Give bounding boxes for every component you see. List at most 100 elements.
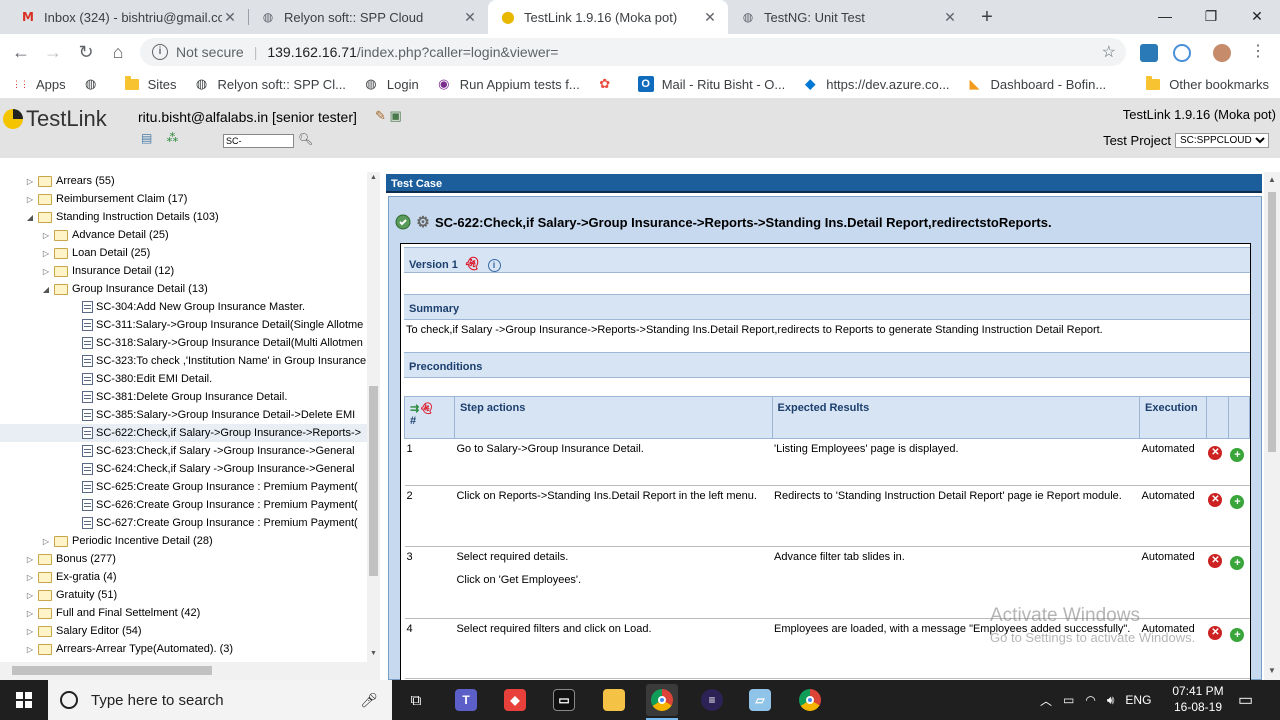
tree-horizontal-scrollbar[interactable] xyxy=(0,662,380,680)
bookmark-apps[interactable]: ⋮⋮ Apps xyxy=(12,76,66,92)
bookmark-star-icon[interactable]: ☆ xyxy=(1102,42,1116,62)
scroll-up-icon[interactable]: ▲ xyxy=(1264,175,1280,184)
chrome-app-2[interactable] xyxy=(794,684,826,716)
tab-relyon[interactable]: ◍ Relyon soft:: SPP Cloud ✕ xyxy=(248,0,488,34)
eclipse-app[interactable]: ≡ xyxy=(696,684,728,716)
expand-icon[interactable]: ▷ xyxy=(24,573,36,582)
scrollbar-thumb[interactable] xyxy=(1268,192,1276,452)
info-icon[interactable]: i xyxy=(152,44,168,60)
add-step-icon[interactable]: + xyxy=(1230,495,1245,509)
expand-icon[interactable]: ▷ xyxy=(24,645,36,654)
scroll-down-icon[interactable]: ▼ xyxy=(367,650,380,657)
user-settings-icon[interactable]: ✎ xyxy=(375,108,386,123)
tree-testcase[interactable]: SC-304:Add New Group Insurance Master. xyxy=(0,298,367,316)
scrollbar-thumb[interactable] xyxy=(369,386,378,576)
tree-folder[interactable]: ◢ Standing Instruction Details (103) xyxy=(0,208,367,226)
reorder-icon[interactable]: ⇉ xyxy=(410,403,419,415)
tree-testcase[interactable]: SC-625:Create Group Insurance : Premium … xyxy=(0,478,367,496)
expand-icon[interactable]: ▷ xyxy=(40,249,52,258)
testcase-search-input[interactable]: SC- xyxy=(223,134,294,148)
collapse-icon[interactable]: ◢ xyxy=(24,213,36,222)
ghost-icon[interactable]: 👻︎ xyxy=(464,256,481,271)
teams-app[interactable]: T xyxy=(450,684,482,716)
delete-step-icon[interactable]: ✕ xyxy=(1208,626,1223,640)
chrome-app[interactable] xyxy=(646,684,678,720)
forward-button[interactable]: → xyxy=(41,40,65,64)
tree-folder[interactable]: ▷ Loan Detail (25) xyxy=(0,244,367,262)
language-indicator[interactable]: ENG xyxy=(1125,693,1151,707)
home-button[interactable]: ⌂ xyxy=(106,40,130,64)
close-icon[interactable]: ✕ xyxy=(462,9,478,25)
expand-icon[interactable]: ▷ xyxy=(24,627,36,636)
expand-icon[interactable]: ▷ xyxy=(40,231,52,240)
testlink-logo[interactable]: TestLink xyxy=(3,106,107,132)
collapse-icon[interactable]: ◢ xyxy=(40,285,52,294)
project-select[interactable]: SC:SPPCLOUD xyxy=(1175,133,1269,148)
battery-icon[interactable]: ▭ xyxy=(1063,693,1074,707)
search-icon[interactable]: 🔍︎ xyxy=(298,132,313,146)
microphone-icon[interactable]: 🎤︎ xyxy=(360,692,378,709)
reload-button[interactable]: ↻ xyxy=(74,40,98,64)
tree-testcase[interactable]: SC-323:To check ,'Institution Name' in G… xyxy=(0,352,367,370)
anydesk-app[interactable]: ◆ xyxy=(499,684,531,716)
logout-icon[interactable]: ▣ xyxy=(390,108,402,123)
notifications-icon[interactable]: ▭ xyxy=(1238,680,1253,720)
bookmark-sites[interactable]: Sites xyxy=(124,75,177,92)
tree-folder[interactable]: ◢ Group Insurance Detail (13) xyxy=(0,280,367,298)
tab-gmail[interactable]: M Inbox (324) - bishtriu@gmail.com ✕ xyxy=(8,0,248,34)
tree-testcase[interactable]: SC-623:Check,if Salary ->Group Insurance… xyxy=(0,442,367,460)
tree-testcase[interactable]: SC-627:Create Group Insurance : Premium … xyxy=(0,514,367,532)
execute-icon[interactable] xyxy=(395,214,411,230)
tree-testcase[interactable]: SC-381:Delete Group Insurance Detail. xyxy=(0,388,367,406)
tab-testlink[interactable]: ⬤ TestLink 1.9.16 (Moka pot) ✕ xyxy=(488,0,728,34)
expand-icon[interactable]: ▷ xyxy=(40,267,52,276)
back-button[interactable]: ← xyxy=(9,40,33,64)
delete-step-icon[interactable]: ✕ xyxy=(1208,446,1223,460)
tree-icon[interactable]: ⁂ xyxy=(166,131,178,145)
tree-testcase[interactable]: SC-626:Create Group Insurance : Premium … xyxy=(0,496,367,514)
gear-icon[interactable]: ⚙ xyxy=(415,214,431,231)
tree-folder[interactable]: ▷ Periodic Incentive Detail (28) xyxy=(0,532,367,550)
add-step-icon[interactable]: + xyxy=(1230,628,1245,642)
bookmark-login[interactable]: ◍ Login xyxy=(363,76,418,92)
restore-button[interactable]: ❐ xyxy=(1188,0,1234,34)
taskbar-search[interactable]: Type here to search 🎤︎ xyxy=(48,680,392,720)
extension-icon[interactable] xyxy=(1140,44,1158,62)
bookmark-dashboard[interactable]: ◣ Dashboard - Bofin... xyxy=(967,76,1107,92)
expand-icon[interactable]: ▷ xyxy=(40,537,52,546)
extension-icon[interactable] xyxy=(1173,44,1191,62)
ghost-icon[interactable]: 👻︎ xyxy=(419,403,433,415)
tree-folder[interactable]: ▷ Arrears-Arrear Type(Automated). (3) xyxy=(0,640,367,658)
expand-icon[interactable]: ▷ xyxy=(24,609,36,618)
delete-step-icon[interactable]: ✕ xyxy=(1208,554,1223,568)
tree-testcase[interactable]: SC-624:Check,if Salary ->Group Insurance… xyxy=(0,460,367,478)
close-window-button[interactable]: ✕ xyxy=(1234,0,1280,34)
tree-folder[interactable]: ▷ Ex-gratia (4) xyxy=(0,568,367,586)
bookmark-azure[interactable]: ◆ https://dev.azure.co... xyxy=(802,76,949,92)
tree-testcase[interactable]: SC-311:Salary->Group Insurance Detail(Si… xyxy=(0,316,367,334)
tree-folder[interactable]: ▷ Arrears (55) xyxy=(0,172,367,190)
expand-icon[interactable]: ▷ xyxy=(24,591,36,600)
scrollbar-thumb[interactable] xyxy=(12,666,212,675)
tree-testcase[interactable]: SC-385:Salary->Group Insurance Detail->D… xyxy=(0,406,367,424)
scroll-up-icon[interactable]: ▲ xyxy=(367,174,380,181)
address-bar[interactable]: i Not secure | 139.162.16.71/index.php?c… xyxy=(140,38,1126,66)
tree-testcase[interactable]: SC-622:Check,if Salary->Group Insurance-… xyxy=(0,424,367,442)
minimize-button[interactable]: — xyxy=(1142,0,1188,34)
tab-testng[interactable]: ◍ TestNG: Unit Test ✕ xyxy=(728,0,968,34)
close-icon[interactable]: ✕ xyxy=(942,9,958,25)
tree-folder[interactable]: ▷ Full and Final Settelment (42) xyxy=(0,604,367,622)
tree-testcase[interactable]: SC-380:Edit EMI Detail. xyxy=(0,370,367,388)
add-step-icon[interactable]: + xyxy=(1230,448,1245,462)
terminal-app[interactable]: ▭ xyxy=(548,684,580,716)
task-view-button[interactable]: ⧉ xyxy=(400,684,432,716)
volume-icon[interactable]: 🔊︎ xyxy=(1107,693,1115,708)
chevron-up-icon[interactable]: ︿ xyxy=(1040,692,1052,709)
tree-folder[interactable]: ▷ Insurance Detail (12) xyxy=(0,262,367,280)
start-button[interactable] xyxy=(0,680,48,720)
expand-icon[interactable]: ▷ xyxy=(24,555,36,564)
scroll-down-icon[interactable]: ▼ xyxy=(1264,666,1280,675)
close-icon[interactable]: ✕ xyxy=(222,9,238,25)
tree-folder[interactable]: ▷ Reimbursement Claim (17) xyxy=(0,190,367,208)
tree-folder[interactable]: ▷ Advance Detail (25) xyxy=(0,226,367,244)
